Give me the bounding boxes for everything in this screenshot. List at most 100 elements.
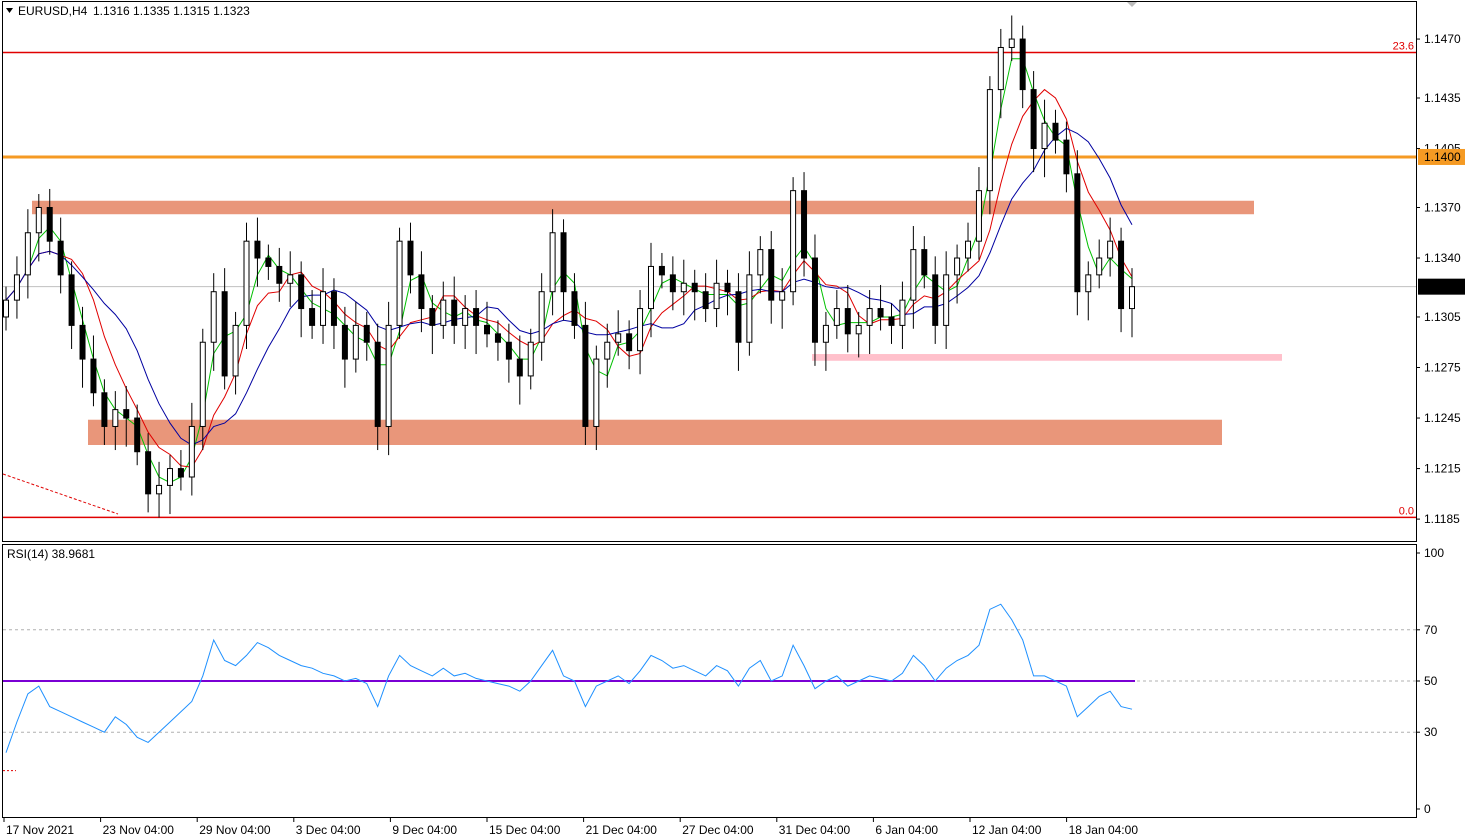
candle-body [1085,274,1092,293]
candle-body [13,274,20,301]
candle-body [221,291,228,377]
candle-body [254,240,261,259]
time-tick-label: 3 Dec 04:00 [296,823,361,837]
candle-body [637,308,644,352]
candle-body [188,425,195,478]
candle-body [702,291,709,310]
candle-body [35,206,42,234]
candle-body [166,468,173,486]
candle-body [3,299,9,318]
candle-body [571,291,578,326]
time-tick-label: 6 Jan 04:00 [875,823,938,837]
candle-body [779,291,786,301]
time-tick-label: 12 Jan 04:00 [972,823,1042,837]
candle-body [538,291,545,343]
candle-body [1118,240,1125,310]
candle-body [145,451,152,495]
candle-body [647,265,654,310]
candle-body [265,257,272,267]
candle-body [1129,286,1135,310]
candle-body [1030,89,1037,150]
price-tick-label: 1.1470 [1424,32,1461,46]
candle-body [975,190,982,242]
candle-body [1107,240,1114,259]
candle-body [199,341,206,427]
candle-body [396,240,403,326]
price-tick-label: 1.1435 [1424,91,1461,105]
candle-body [604,341,611,360]
zone-1 [88,419,1222,445]
time-tick-label: 31 Dec 04:00 [779,823,851,837]
time-tick-label: 27 Dec 04:00 [682,823,754,837]
candle-body [932,274,939,326]
candle-body [921,249,928,276]
candle-body [833,308,840,326]
candle-body [986,89,993,192]
candle-body [1074,173,1081,293]
candle-body [1063,139,1070,175]
candle-body [954,257,961,276]
candle-body [385,324,392,427]
level-label-1: 0.0 [1399,505,1414,517]
candle-body [68,274,75,326]
candle-body [287,274,294,284]
candle-body [626,333,633,352]
chart: 23.60.0 1.14701.14351.14051.13701.13401.… [2,1,1465,837]
candle-body [669,274,676,293]
rsi-tick-label: 30 [1424,725,1438,739]
price-tick-label: 1.1215 [1424,462,1461,476]
candle-body [516,358,523,377]
candle-body [232,324,239,377]
price-tick-label: 1.1275 [1424,361,1461,375]
candle-body [320,291,327,326]
candle-body [560,232,567,293]
candle-body [46,206,53,242]
candle-body [1096,257,1103,276]
candle-body [877,308,884,318]
rsi-tick-label: 100 [1424,546,1444,560]
time-tick-label: 18 Jan 04:00 [1069,823,1139,837]
candle-body [210,291,217,343]
candle-body [910,249,917,301]
candle-body [418,274,425,310]
candle-body [757,249,764,276]
candle-body [691,282,698,293]
candle-body [156,484,163,495]
price-tick-label: 1.1340 [1424,251,1461,265]
candle-body [134,417,141,453]
candle-body [112,409,119,427]
candle-body [90,358,97,394]
price-axis: 1.14701.14351.14051.13701.13401.13051.12… [1416,32,1465,526]
candle-body [768,249,775,301]
candle-body [1019,38,1026,91]
price-tag-1400-label: 1.1400 [1424,150,1461,164]
candle-body [101,392,108,427]
time-tick-label: 15 Dec 04:00 [489,823,561,837]
candle-body [724,282,731,293]
candle-body [57,240,64,276]
level-label-0: 23.6 [1393,41,1414,53]
candle-body [123,409,130,419]
rsi-tick-label: 50 [1424,674,1438,688]
candle-body [374,341,381,427]
current-price-tag-label: 1.1323 [1424,280,1461,294]
candle-body [177,468,184,478]
candle-body [965,240,972,259]
candle-body [341,324,348,360]
candle-body [855,324,862,335]
candle-body [943,274,950,326]
candle-body [451,299,458,326]
price-tick-label: 1.1370 [1424,200,1461,214]
price-tick-label: 1.1185 [1424,512,1460,526]
candle-body [407,240,414,276]
candle-body [352,324,359,360]
candle-body [801,190,808,259]
candle-body [866,308,873,326]
candle-body [363,324,370,343]
candle-body [680,282,687,293]
candle-body [309,308,316,326]
time-tick-label: 23 Nov 04:00 [103,823,175,837]
ohlc-readout: 1.1316 1.1335 1.1315 1.1323 [93,4,250,18]
candle-body [484,324,491,335]
candle-body [997,46,1004,91]
